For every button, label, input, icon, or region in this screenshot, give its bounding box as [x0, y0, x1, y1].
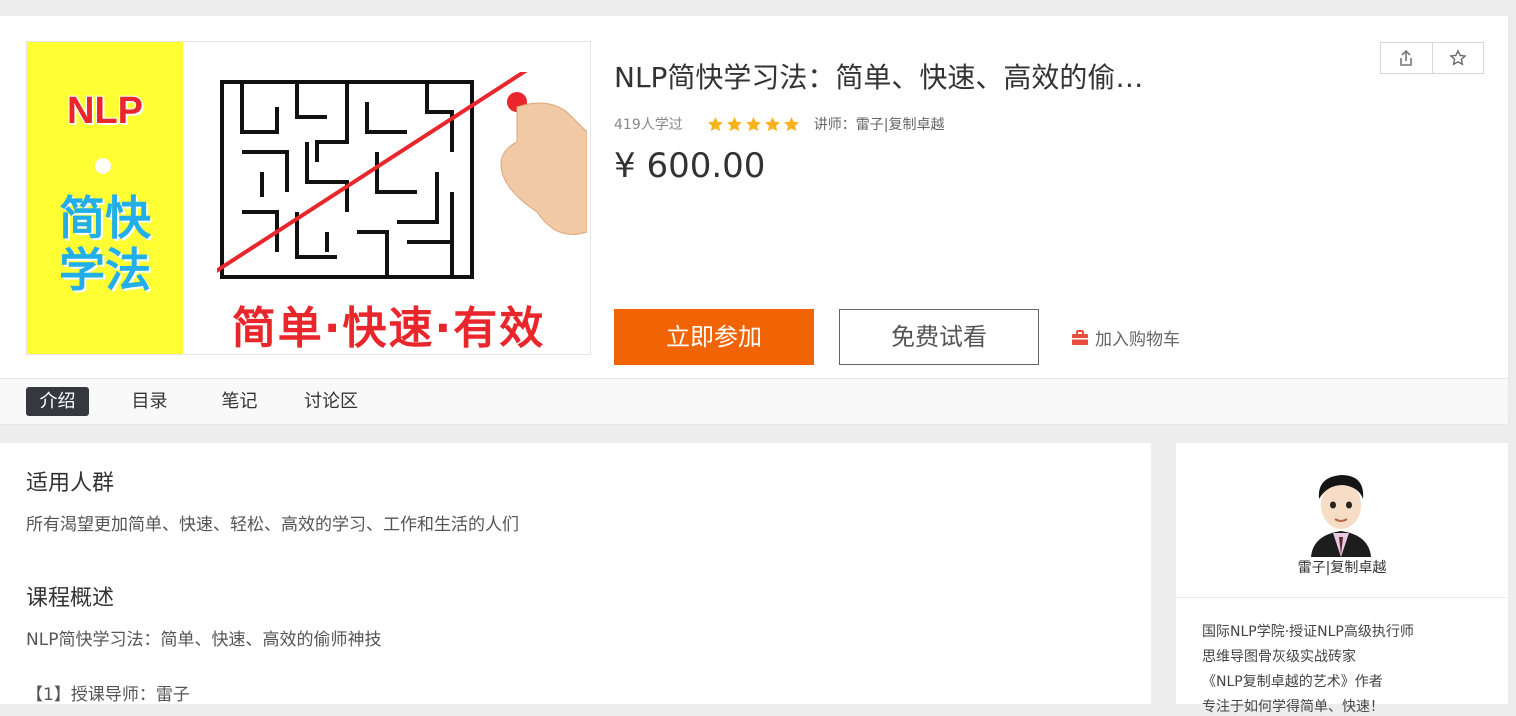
- tab-intro[interactable]: 介绍: [26, 387, 89, 416]
- teacher-bio-line: 《NLP复制卓越的艺术》作者: [1202, 674, 1383, 690]
- share-icon: [1400, 49, 1413, 66]
- share-button[interactable]: [1381, 43, 1432, 73]
- rating-star-icon: [745, 116, 761, 131]
- star-outline-icon: [1449, 49, 1467, 66]
- rating-star-icon: [707, 116, 723, 131]
- favorite-button[interactable]: [1431, 43, 1484, 73]
- add-to-cart-button[interactable]: 加入购物车: [1071, 325, 1180, 350]
- share-favorite-group: [1380, 42, 1484, 74]
- overview-text: NLP简快学习法：简单、快速、高效的偷师神技: [26, 630, 382, 650]
- cover-dot: [95, 158, 111, 174]
- rating-stars: [707, 116, 802, 133]
- course-title: NLP简快学习法：简单、快速、高效的偷…: [614, 61, 1144, 94]
- overview-item: 【1】授课导师：雷子: [26, 685, 190, 705]
- teacher-bio-line: 思维导图骨灰级实战砖家: [1202, 649, 1356, 665]
- cover-brand-text: NLP: [67, 90, 143, 132]
- course-price: ¥ 600.00: [614, 146, 766, 186]
- audience-heading: 适用人群: [26, 471, 115, 496]
- tab-discussion[interactable]: 讨论区: [298, 387, 364, 416]
- cart-icon: [1072, 329, 1088, 345]
- teacher-avatar[interactable]: [1303, 467, 1379, 557]
- free-trial-button[interactable]: 免费试看: [839, 309, 1039, 365]
- teacher-bio-line: 专注于如何学得简单、快速！: [1202, 699, 1384, 715]
- cover-bottom-text: 简单·快速·有效: [231, 303, 546, 354]
- cover-maze-illustration: [217, 72, 587, 279]
- tab-notes[interactable]: 笔记: [208, 387, 271, 416]
- overview-heading: 课程概述: [26, 586, 115, 611]
- course-meta: 419人学过 讲师：雷子|复制卓越: [614, 114, 944, 134]
- teacher-name[interactable]: 雷子|复制卓越: [1176, 557, 1508, 577]
- add-to-cart-label: 加入购物车: [1095, 330, 1180, 350]
- teacher-bio-line: 国际NLP学院·授证NLP高级执行师: [1202, 624, 1414, 640]
- learner-count: 419人学过: [614, 117, 683, 133]
- course-cover-image[interactable]: NLP 简快学法 简单·快速·有效: [26, 41, 591, 355]
- audience-text: 所有渴望更加简单、快速、轻松、高效的学习、工作和生活的人们: [26, 515, 519, 535]
- course-header-card: NLP 简快学法 简单·快速·有效 NLP简快学习法：简单、快速、高效的偷… 4…: [0, 16, 1508, 424]
- course-tabs: 介绍 目录 笔记 讨论区: [0, 378, 1508, 424]
- teacher-divider: [1176, 597, 1508, 598]
- course-intro-panel: 适用人群 所有渴望更加简单、快速、轻松、高效的学习、工作和生活的人们 课程概述 …: [0, 443, 1151, 705]
- tab-catalog[interactable]: 目录: [118, 387, 181, 416]
- rating-star-icon: [783, 116, 799, 131]
- rating-star-icon: [764, 116, 780, 131]
- rating-star-icon: [726, 116, 742, 131]
- join-now-button[interactable]: 立即参加: [614, 309, 814, 365]
- cover-side-text: 简快学法: [59, 191, 151, 297]
- teacher-link[interactable]: 讲师：雷子|复制卓越: [814, 114, 945, 134]
- teacher-panel: 雷子|复制卓越 国际NLP学院·授证NLP高级执行师 思维导图骨灰级实战砖家 《…: [1176, 443, 1508, 715]
